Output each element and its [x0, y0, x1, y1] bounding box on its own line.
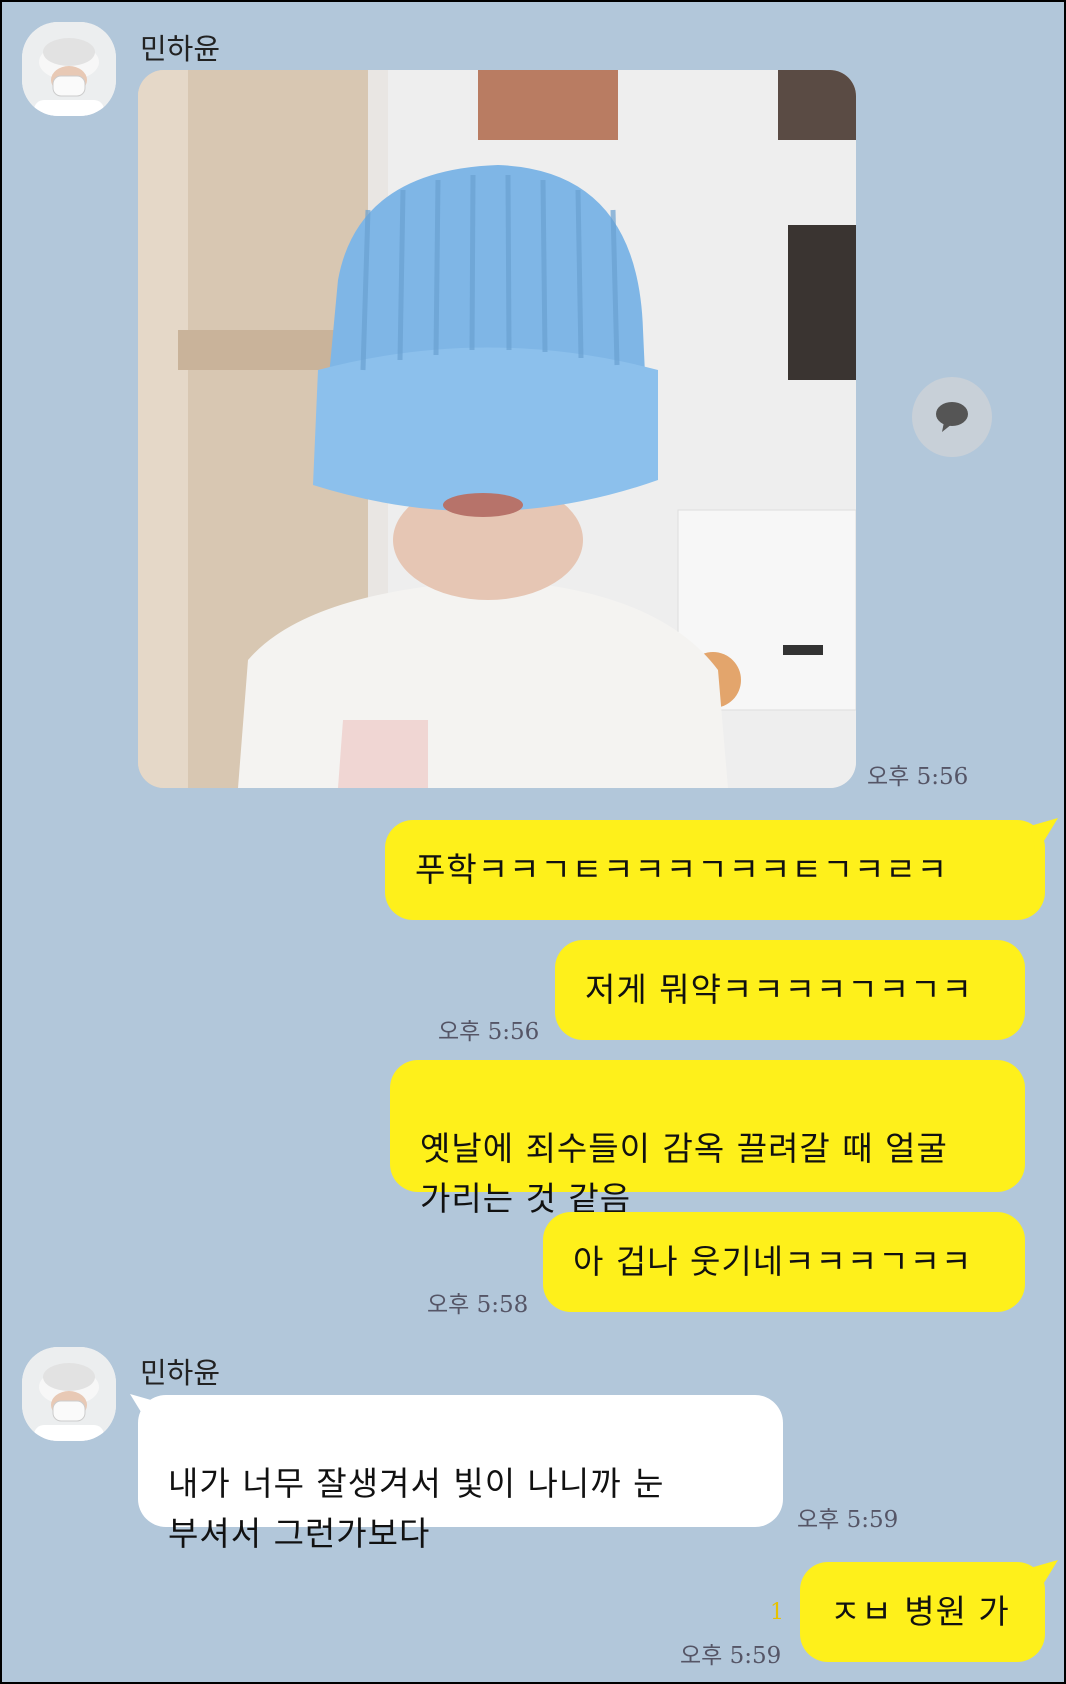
- message-text: 옛날에 죄수들이 감옥 끌려갈 때 얼굴 가리는 것 같음: [420, 1129, 948, 1218]
- sender-name: 민하윤: [140, 1356, 221, 1390]
- share-button[interactable]: [912, 377, 992, 457]
- unread-count: 1: [770, 1600, 784, 1625]
- timestamp: 오후 5:56: [438, 1019, 540, 1045]
- message-text: 아 겁나 웃기네ㅋㅋㅋㄱㅋㅋ: [573, 1242, 973, 1281]
- timestamp: 오후 5:59: [680, 1643, 782, 1669]
- message-bubble[interactable]: 옛날에 죄수들이 감옥 끌려갈 때 얼굴 가리는 것 같음: [390, 1060, 1025, 1218]
- timestamp: 오후 5:59: [797, 1507, 899, 1533]
- message-bubble[interactable]: ㅈㅂ 병원 가: [800, 1562, 1045, 1662]
- message-bubble[interactable]: 저게 뭐약ㅋㅋㅋㅋㄱㅋㄱㅋ: [555, 940, 1025, 1040]
- message-text: 저게 뭐약ㅋㅋㅋㅋㄱㅋㄱㅋ: [585, 970, 973, 1009]
- photo-image: [138, 70, 856, 788]
- message-bubble[interactable]: 아 겁나 웃기네ㅋㅋㅋㄱㅋㅋ: [543, 1212, 1025, 1312]
- timestamp: 오후 5:58: [427, 1292, 529, 1318]
- bubble-tail: [1030, 818, 1058, 854]
- profile-photo: [22, 1347, 116, 1441]
- profile-photo: [22, 22, 116, 116]
- avatar[interactable]: [22, 22, 116, 116]
- bubble-tail: [1030, 1560, 1058, 1596]
- message-text: 푸학ㅋㅋㄱㅌㅋㅋㅋㄱㅋㅋㅌㄱㅋㄹㅋ: [415, 850, 949, 889]
- speech-bubble-icon: [936, 402, 968, 432]
- sender-name: 민하윤: [140, 32, 221, 66]
- message-bubble[interactable]: 푸학ㅋㅋㄱㅌㅋㅋㅋㄱㅋㅋㅌㄱㅋㄹㅋ: [385, 820, 1045, 920]
- message-text: ㅈㅂ 병원 가: [830, 1592, 1010, 1631]
- message-text: 내가 너무 잘생겨서 빛이 나니까 눈 부셔서 그런가보다: [168, 1464, 665, 1553]
- message-bubble[interactable]: 내가 너무 잘생겨서 빛이 나니까 눈 부셔서 그런가보다: [138, 1395, 783, 1553]
- timestamp: 오후 5:56: [867, 764, 969, 790]
- shared-photo[interactable]: [138, 70, 856, 788]
- avatar[interactable]: [22, 1347, 116, 1441]
